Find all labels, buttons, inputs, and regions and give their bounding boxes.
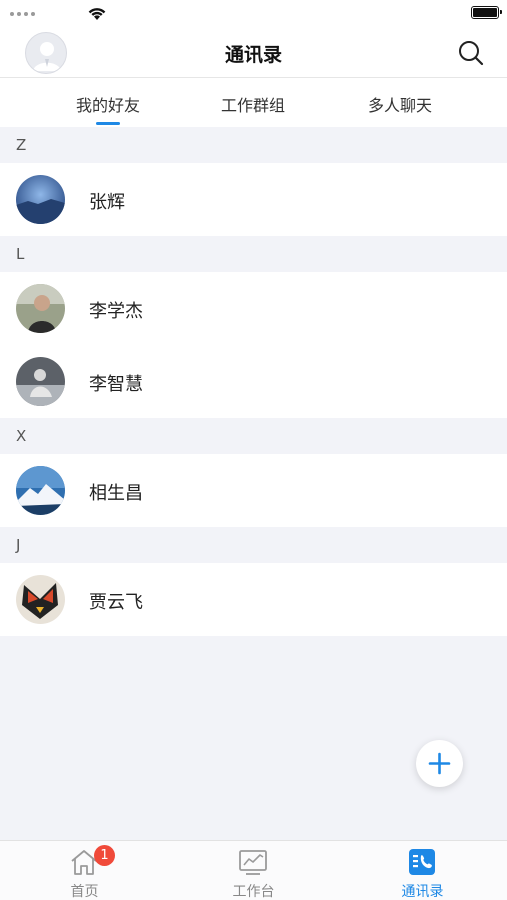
contact-name: 张辉 <box>89 192 125 213</box>
list-item[interactable]: 贾云飞 <box>0 563 507 636</box>
figure-photo-avatar <box>16 357 65 406</box>
contact-name: 相生昌 <box>89 483 143 504</box>
active-tab-indicator <box>96 122 120 125</box>
contact-list: Z 张辉 L 李学杰 李智慧 X 相生昌 J 贾云飞 <box>0 127 507 636</box>
bottom-tab-bar: 1 首页 工作台 通讯录 <box>0 840 507 900</box>
tab-my-friends[interactable]: 我的好友 <box>53 92 163 116</box>
status-bar <box>0 0 507 28</box>
signal-icon <box>10 12 35 16</box>
contact-name: 李学杰 <box>89 301 143 322</box>
tabbar-item-workbench[interactable]: 工作台 <box>169 841 338 900</box>
blue-landscape-avatar <box>16 175 65 224</box>
chart-icon <box>239 850 267 875</box>
contacts-icon <box>409 849 435 875</box>
contact-name: 李智慧 <box>89 374 143 395</box>
list-item[interactable]: 张辉 <box>0 163 507 236</box>
list-item[interactable]: 李学杰 <box>0 272 507 345</box>
add-contact-button[interactable] <box>416 740 463 787</box>
tabbar-label: 工作台 <box>232 884 275 900</box>
wifi-icon <box>88 8 106 20</box>
section-header-z: Z <box>0 127 507 163</box>
mountain-avatar <box>16 466 65 515</box>
tabbar-label: 通讯录 <box>401 884 444 900</box>
tab-work-groups[interactable]: 工作群组 <box>198 92 308 116</box>
mask-avatar <box>16 575 65 624</box>
contact-tabs: 我的好友 工作群组 多人聊天 <box>0 78 507 127</box>
man-portrait-avatar <box>16 284 65 333</box>
page-title: 通讯录 <box>224 44 282 66</box>
contact-name: 贾云飞 <box>89 592 143 613</box>
section-header-x: X <box>0 418 507 454</box>
list-item[interactable]: 相生昌 <box>0 454 507 527</box>
section-header-l: L <box>0 236 507 272</box>
notification-badge: 1 <box>94 845 115 866</box>
list-item[interactable]: 李智慧 <box>0 345 507 418</box>
tabbar-label: 首页 <box>70 884 99 900</box>
plus-icon <box>428 752 451 775</box>
search-icon[interactable] <box>457 39 485 67</box>
tabbar-item-contacts[interactable]: 通讯录 <box>338 841 507 900</box>
tab-group-chats[interactable]: 多人聊天 <box>345 92 455 116</box>
tabbar-item-home[interactable]: 1 首页 <box>0 841 169 900</box>
navigation-bar: 通讯录 <box>0 28 507 78</box>
battery-icon <box>471 6 502 19</box>
section-header-j: J <box>0 527 507 563</box>
